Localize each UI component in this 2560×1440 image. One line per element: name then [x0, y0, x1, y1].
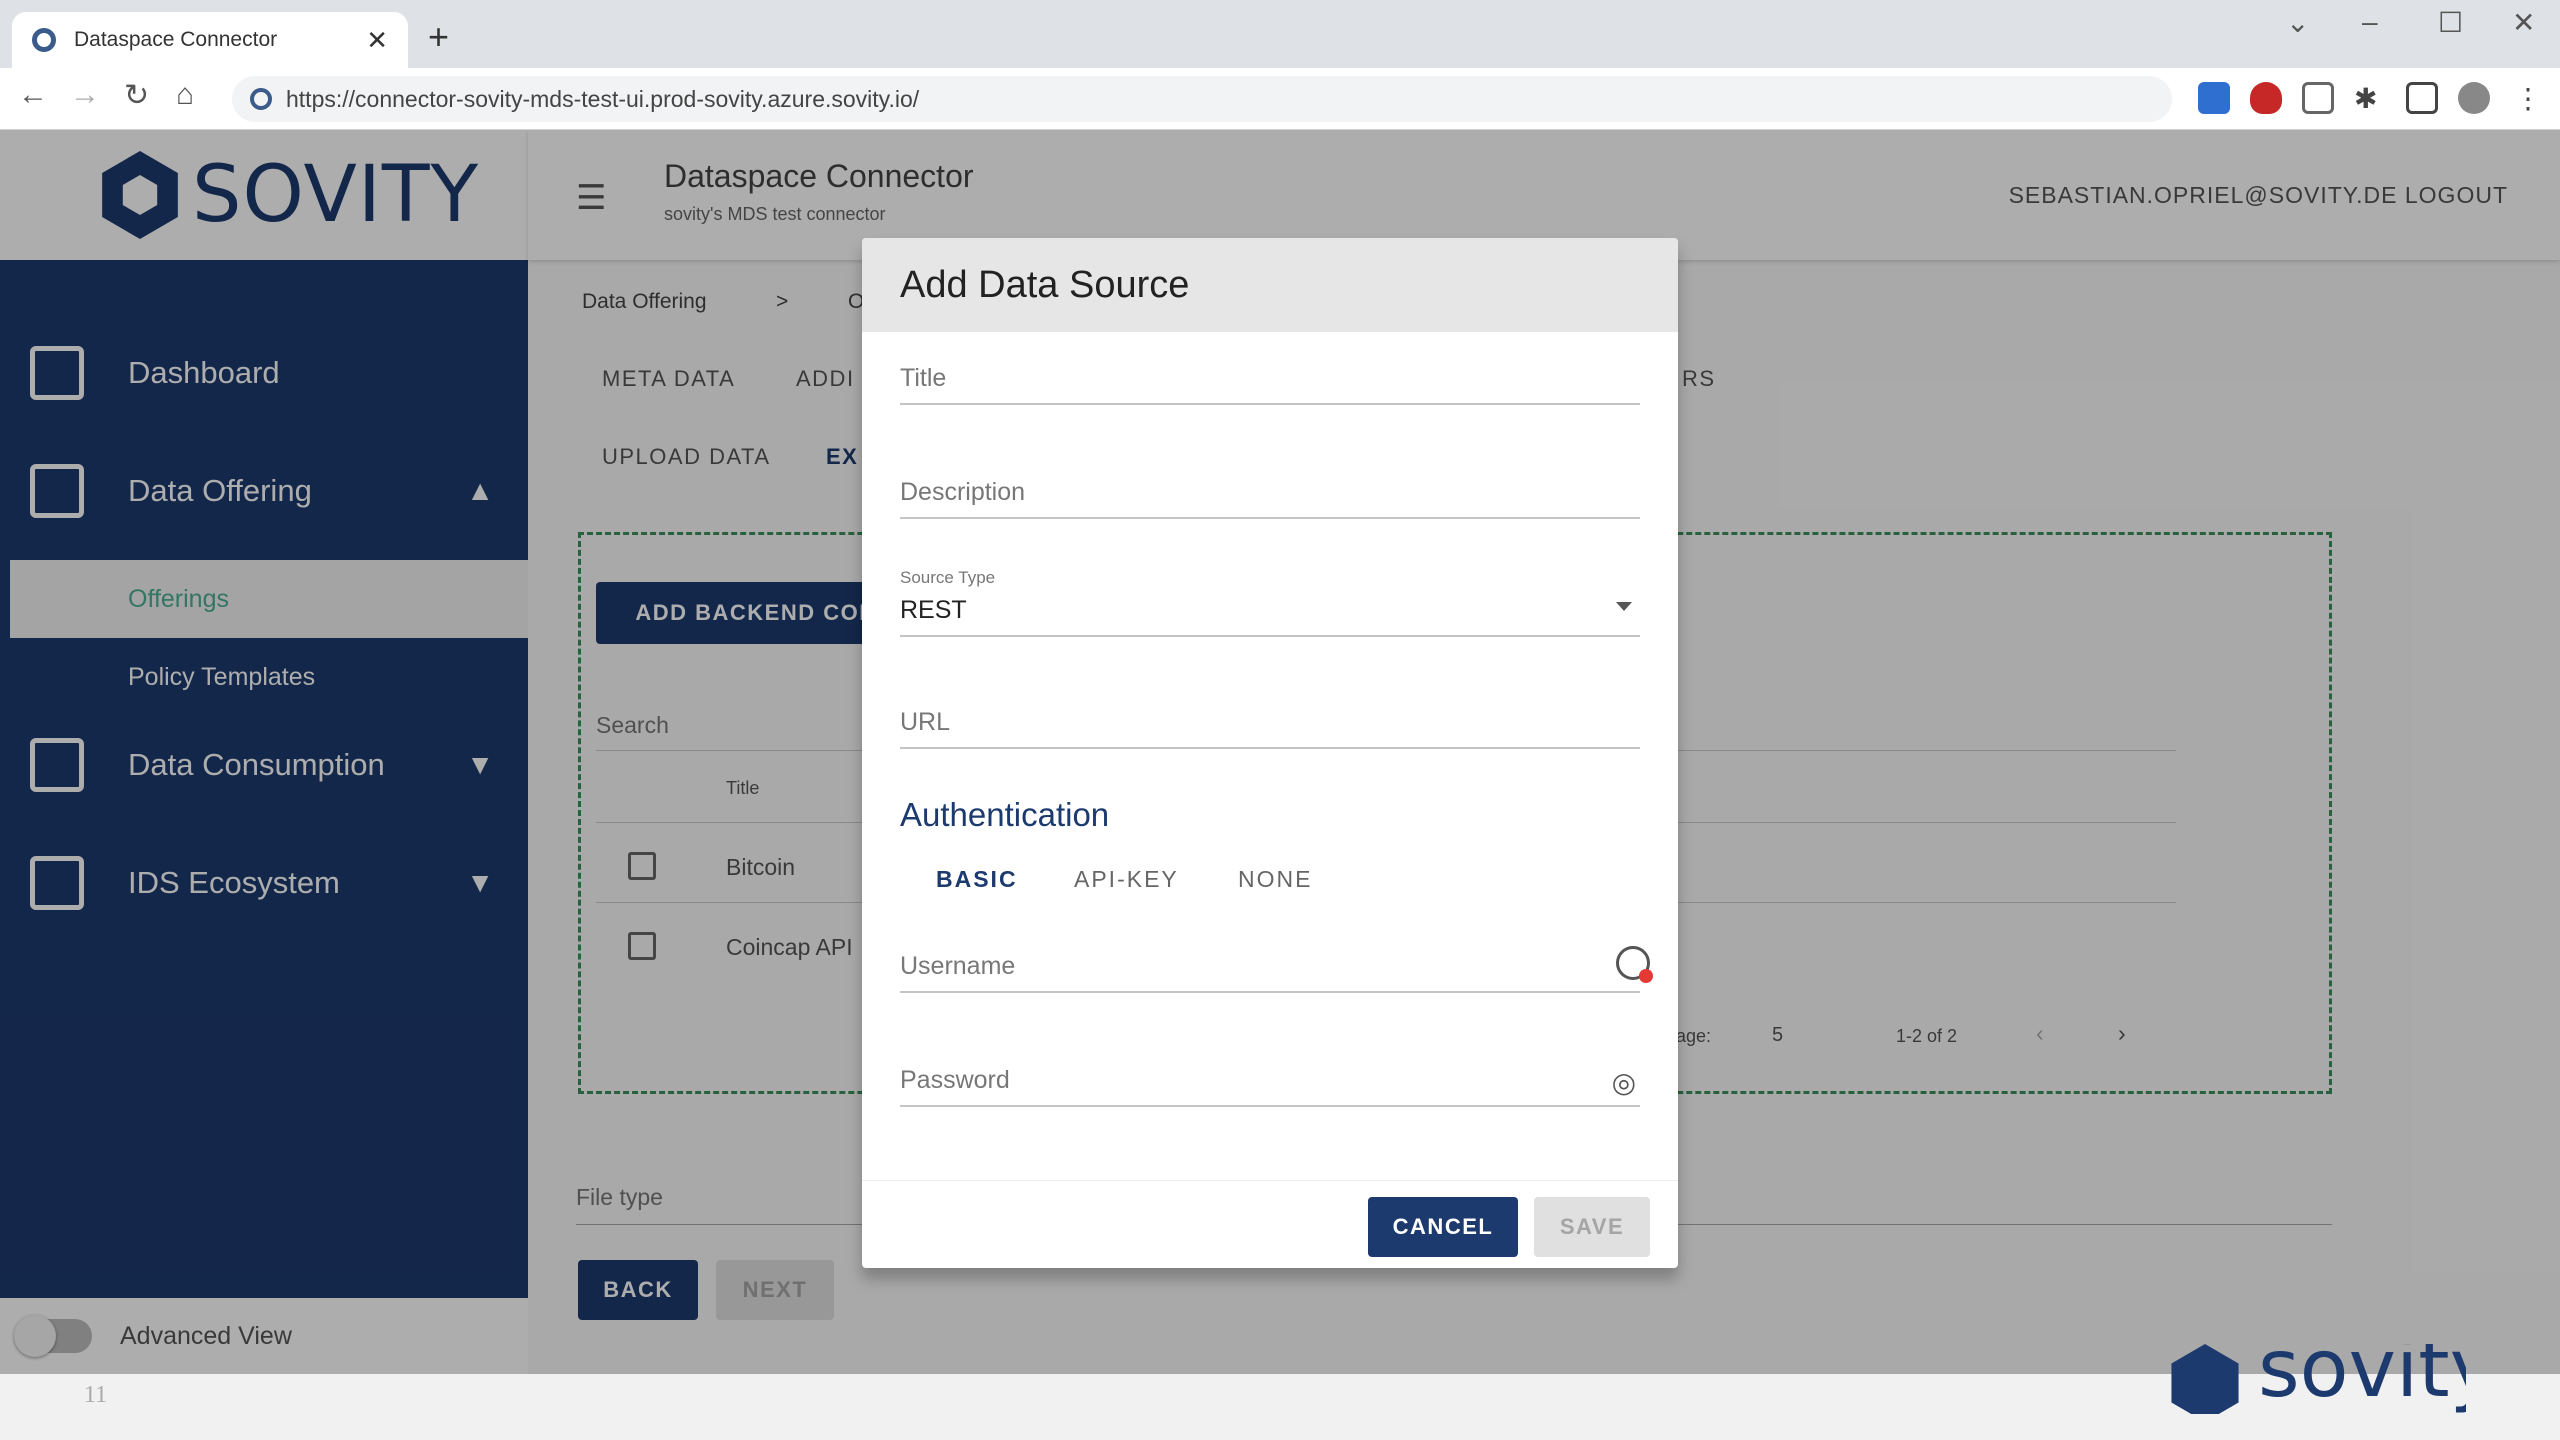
dialog-actions: CANCEL SAVE: [862, 1180, 1678, 1268]
browser-menu-icon[interactable]: ⋮: [2514, 82, 2546, 114]
dialog-header: Add Data Source: [862, 238, 1678, 332]
username-field[interactable]: [900, 942, 1653, 993]
url-input[interactable]: [900, 698, 1580, 747]
new-tab-button[interactable]: +: [428, 16, 449, 58]
browser-toolbar: ← → ↻ ⌂ https://connector-sovity-mds-tes…: [0, 68, 2560, 130]
back-arrow-icon[interactable]: ←: [18, 78, 48, 112]
address-bar[interactable]: https://connector-sovity-mds-test-ui.pro…: [232, 76, 2172, 122]
password-field[interactable]: ◎: [900, 1056, 1640, 1107]
authentication-heading: Authentication: [900, 796, 1110, 833]
password-input[interactable]: [900, 1056, 1580, 1105]
footer-logo-hex-icon: [2171, 1344, 2239, 1414]
extensions-puzzle-icon[interactable]: ✱: [2354, 82, 2386, 114]
cancel-button[interactable]: CANCEL: [1368, 1197, 1518, 1257]
source-type-select[interactable]: REST: [900, 588, 1640, 637]
home-icon[interactable]: ⌂: [176, 78, 194, 112]
forward-arrow-icon[interactable]: →: [70, 78, 100, 112]
extension-camera-icon[interactable]: [2302, 82, 2334, 114]
description-field[interactable]: [900, 468, 1640, 519]
title-input[interactable]: [900, 354, 1580, 403]
browser-tab-bar: Dataspace Connector ✕ + ⌄ – ☐ ✕: [0, 0, 2560, 68]
footer-logo: sovity: [2166, 1344, 2466, 1414]
close-window-icon[interactable]: ✕: [2512, 6, 2535, 39]
description-input[interactable]: [900, 468, 1580, 517]
favicon-icon: [32, 28, 56, 52]
url-field[interactable]: [900, 698, 1640, 749]
page-number: 11: [84, 1382, 108, 1408]
title-field[interactable]: [900, 354, 1640, 405]
minimize-icon[interactable]: –: [2362, 6, 2378, 38]
extension-translate-icon[interactable]: [2198, 82, 2230, 114]
add-data-source-dialog: Add Data Source Source Type REST Authent…: [862, 238, 1678, 1268]
source-type-label: Source Type: [900, 568, 996, 587]
browser-tab[interactable]: Dataspace Connector ✕: [12, 12, 408, 68]
source-type-value[interactable]: REST: [900, 588, 1640, 635]
password-manager-icon[interactable]: [1616, 946, 1653, 983]
auth-tab-api-key[interactable]: API-KEY: [1074, 866, 1179, 893]
extension-shield-icon[interactable]: [2250, 82, 2282, 114]
save-button[interactable]: SAVE: [1534, 1197, 1650, 1257]
footer-logo-text: sovity: [2258, 1344, 2466, 1414]
close-tab-icon[interactable]: ✕: [366, 25, 388, 56]
profile-avatar-icon[interactable]: [2458, 82, 2490, 114]
site-info-icon[interactable]: [250, 88, 272, 110]
tab-search-icon[interactable]: ⌄: [2286, 6, 2309, 39]
visibility-off-icon[interactable]: ◎: [1612, 1066, 1636, 1099]
side-panel-icon[interactable]: [2406, 82, 2438, 114]
username-input[interactable]: [900, 942, 1580, 991]
footer-strip: 11 sovity: [0, 1344, 2560, 1440]
browser-tab-title: Dataspace Connector: [74, 28, 278, 51]
url-text[interactable]: https://connector-sovity-mds-test-ui.pro…: [286, 86, 919, 113]
dropdown-arrow-icon[interactable]: [1616, 602, 1632, 611]
dialog-title: Add Data Source: [900, 264, 1190, 306]
maximize-icon[interactable]: ☐: [2438, 6, 2463, 39]
reload-icon[interactable]: ↻: [124, 78, 149, 113]
auth-tab-none[interactable]: NONE: [1238, 866, 1312, 893]
auth-tab-basic[interactable]: BASIC: [936, 866, 1018, 893]
